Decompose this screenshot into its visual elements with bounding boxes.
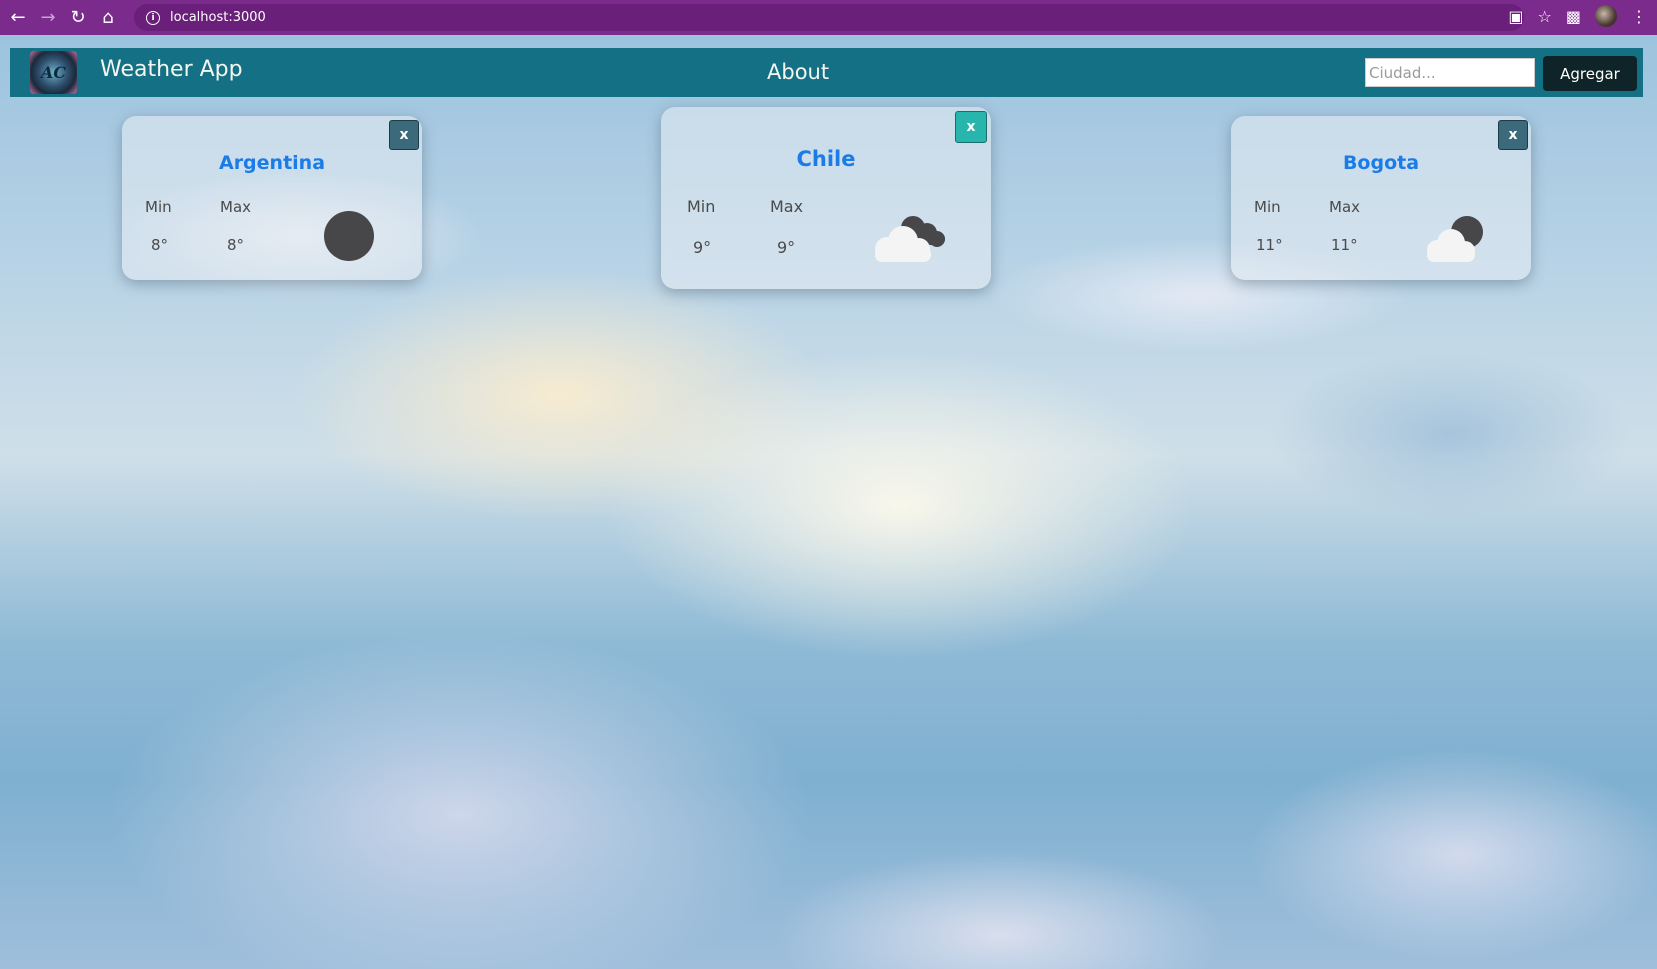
night-few-clouds-icon <box>1427 216 1483 262</box>
min-label: Min <box>145 198 172 216</box>
city-card-chile: x Chile Min Max 9° 9° <box>661 107 991 289</box>
brand-title[interactable]: Weather App <box>100 57 243 82</box>
menu-icon[interactable]: ⋮ <box>1631 7 1647 26</box>
url-text: localhost:3000 <box>170 10 266 25</box>
min-value: 11° <box>1256 236 1283 254</box>
min-value: 8° <box>151 236 169 254</box>
info-icon[interactable]: i <box>146 10 160 25</box>
logo-text: AC <box>40 63 67 82</box>
max-value: 8° <box>227 236 245 254</box>
max-value: 11° <box>1331 236 1358 254</box>
night-broken-clouds-icon <box>875 216 945 262</box>
min-label: Min <box>1254 198 1281 216</box>
extensions-icon[interactable]: ▩ <box>1566 7 1581 26</box>
about-link[interactable]: About <box>767 60 829 84</box>
home-icon[interactable]: ⌂ <box>96 6 120 30</box>
city-name: Chile <box>796 147 856 171</box>
navbar: AC Weather App About Agregar <box>10 48 1643 97</box>
max-label: Max <box>220 198 252 216</box>
browser-toolbar: ← → ↻ ⌂ i localhost:3000 ▣ ☆ ▩ ⋮ <box>0 0 1657 35</box>
max-label: Max <box>1329 198 1361 216</box>
forward-icon[interactable]: → <box>36 6 60 30</box>
city-card-bogota: x Bogota Min Max 11° 11° <box>1231 116 1531 280</box>
add-city-button[interactable]: Agregar <box>1543 56 1637 91</box>
page-background: AC Weather App About Agregar x Argentina… <box>0 35 1657 969</box>
min-label: Min <box>687 197 716 216</box>
city-card-argentina: x Argentina Min Max 8° 8° <box>122 116 422 280</box>
max-value: 9° <box>777 238 796 257</box>
close-button[interactable]: x <box>1498 120 1528 150</box>
close-button[interactable]: x <box>955 111 987 143</box>
city-name: Bogota <box>1342 152 1420 174</box>
max-label: Max <box>770 197 804 216</box>
city-search-input[interactable] <box>1365 58 1535 87</box>
translate-icon[interactable]: ▣ <box>1508 7 1523 26</box>
reload-icon[interactable]: ↻ <box>66 6 90 30</box>
min-value: 9° <box>693 238 712 257</box>
star-icon[interactable]: ☆ <box>1538 7 1552 26</box>
logo[interactable]: AC <box>30 51 77 94</box>
back-icon[interactable]: ← <box>6 6 30 30</box>
profile-avatar[interactable] <box>1595 5 1617 27</box>
city-name: Argentina <box>218 152 326 174</box>
address-bar[interactable]: i localhost:3000 <box>134 4 1524 31</box>
close-button[interactable]: x <box>389 120 419 150</box>
night-clear-icon <box>324 211 374 261</box>
